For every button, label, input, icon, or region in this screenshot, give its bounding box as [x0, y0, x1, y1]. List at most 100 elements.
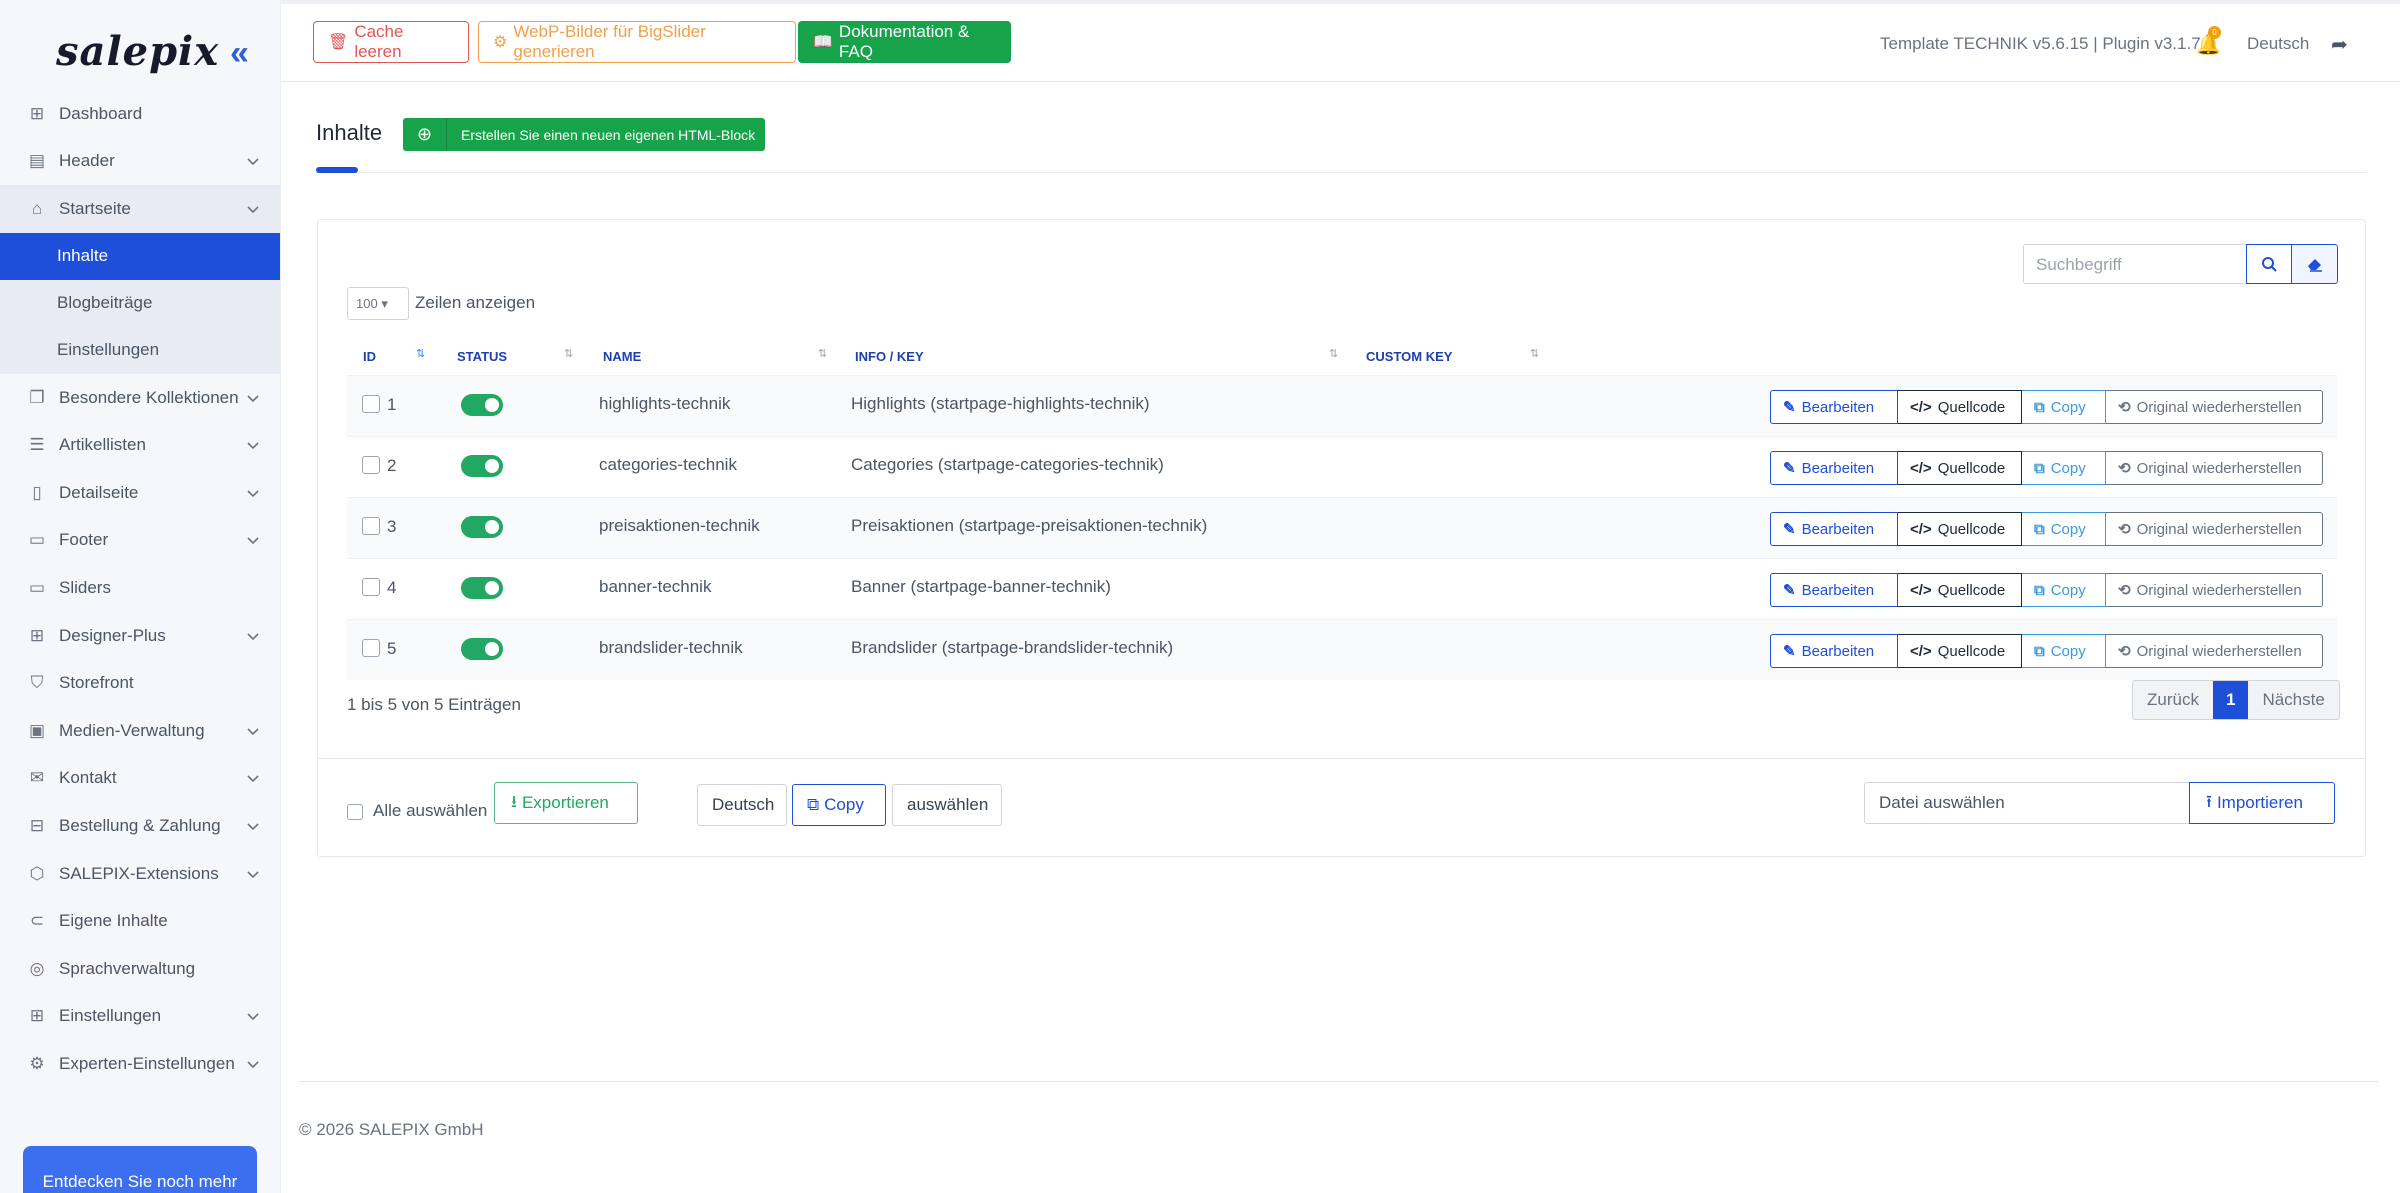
edit-button[interactable]: ✎ Bearbeiten [1770, 390, 1898, 424]
status-toggle[interactable] [461, 394, 503, 416]
col-info[interactable]: INFO / KEY [855, 349, 924, 364]
row-checkbox[interactable] [362, 456, 380, 474]
source-button[interactable]: </> Quellcode [1898, 451, 2022, 485]
search-icon[interactable] [2246, 244, 2292, 284]
grid-icon: ⊞ [29, 103, 45, 123]
sidebar-item-storefront[interactable]: ⛉ Storefront [0, 659, 280, 707]
row-info: Highlights (startpage-highlights-technik… [851, 394, 1150, 413]
cache-clear-button[interactable]: 🗑 Cache leeren [313, 21, 469, 63]
edit-button[interactable]: ✎ Bearbeiten [1770, 573, 1898, 607]
col-custom-key[interactable]: CUSTOM KEY [1366, 349, 1452, 364]
restore-button[interactable]: ⟲ Original wiederherstellen [2106, 451, 2323, 485]
collapse-sidebar-icon[interactable]: « [230, 36, 249, 70]
row-checkbox[interactable] [362, 517, 380, 535]
col-name[interactable]: NAME [603, 349, 641, 364]
copy-row-button[interactable]: ⧉ Copy [2022, 573, 2106, 607]
sort-icon[interactable]: ⇅ [818, 347, 827, 360]
sidebar-item-sprachverwaltung[interactable]: ◎ Sprachverwaltung [0, 945, 280, 993]
pager-prev[interactable]: Zurück [2133, 681, 2213, 719]
sidebar-item-experten-einstellungen[interactable]: ⚙ Experten-Einstellungen [0, 1040, 280, 1088]
col-id[interactable]: ID [363, 349, 376, 364]
sidebar-item-artikellisten[interactable]: ☰ Artikellisten [0, 421, 280, 469]
select-all-checkbox[interactable] [347, 804, 363, 820]
row-id: 3 [387, 517, 397, 536]
promo-button[interactable]: Entdecken Sie noch mehr [23, 1146, 257, 1193]
edit-button[interactable]: ✎ Bearbeiten [1770, 634, 1898, 668]
file-input[interactable]: Datei auswählen [1864, 782, 2190, 824]
language-switch[interactable]: Deutsch [2247, 34, 2309, 54]
import-button[interactable]: ⭱ Importieren [2189, 782, 2335, 824]
sidebar-item-salepix-extensions[interactable]: ⬡ SALEPIX-Extensions [0, 850, 280, 898]
sidebar-item-header[interactable]: ▤ Header [0, 138, 280, 186]
restore-label: Original wiederherstellen [2136, 581, 2302, 599]
status-toggle[interactable] [461, 638, 503, 660]
restore-button[interactable]: ⟲ Original wiederherstellen [2106, 512, 2323, 546]
copyright: © 2026 SALEPIX GmbH [299, 1120, 484, 1139]
list-icon: ☰ [29, 435, 45, 455]
restore-button[interactable]: ⟲ Original wiederherstellen [2106, 390, 2323, 424]
copy-row-button[interactable]: ⧉ Copy [2022, 512, 2106, 546]
status-toggle[interactable] [461, 577, 503, 599]
copy-button[interactable]: ⧉ Copy [792, 784, 886, 826]
sidebar-item-sliders[interactable]: ▭ Sliders [0, 564, 280, 612]
sidebar-item-detailseite[interactable]: ▯ Detailseite [0, 469, 280, 517]
sidebar-item-startseite[interactable]: ⌂ Startseite [0, 185, 280, 233]
restore-label: Original wiederherstellen [2136, 398, 2302, 416]
docs-faq-button[interactable]: 📖 Dokumentation & FAQ [798, 21, 1011, 63]
copy-row-button[interactable]: ⧉ Copy [2022, 390, 2106, 424]
basket-icon: ⊟ [29, 815, 45, 835]
sidebar-item-designer-plus[interactable]: ⊞ Designer-Plus [0, 612, 280, 660]
sidebar-subitem-2[interactable]: Einstellungen [0, 327, 280, 374]
sidebar-subitem-0[interactable]: Inhalte [0, 232, 280, 280]
sort-icon[interactable]: ⇅ [1530, 347, 1539, 360]
salepix-logo[interactable]: salepix [56, 28, 219, 75]
search-input[interactable]: Suchbegriff [2023, 244, 2247, 284]
pager-next[interactable]: Nächste [2248, 681, 2338, 719]
edit-button[interactable]: ✎ Bearbeiten [1770, 512, 1898, 546]
webp-generate-button[interactable]: ⚙ WebP-Bilder für BigSlider generieren [478, 21, 796, 63]
sidebar-item-dashboard[interactable]: ⊞ Dashboard [0, 90, 280, 138]
sidebar-item-besondere-kollektionen[interactable]: ❐ Besondere Kollektionen [0, 374, 280, 422]
notification-bell-icon[interactable]: 🔔 0 [2196, 26, 2221, 57]
status-toggle[interactable] [461, 516, 503, 538]
col-status[interactable]: STATUS [457, 349, 507, 364]
export-button[interactable]: ⭳ Exportieren [494, 782, 638, 824]
language-button[interactable]: Deutsch [697, 784, 787, 826]
copy-row-button[interactable]: ⧉ Copy [2022, 451, 2106, 485]
source-button[interactable]: </> Quellcode [1898, 573, 2022, 607]
edit-button[interactable]: ✎ Bearbeiten [1770, 451, 1898, 485]
restore-button[interactable]: ⟲ Original wiederherstellen [2106, 634, 2323, 668]
sidebar-item-einstellungen[interactable]: ⊞ Einstellungen [0, 993, 280, 1041]
store-icon: ⛉ [30, 673, 44, 693]
row-name: categories-technik [599, 455, 737, 474]
source-button[interactable]: </> Quellcode [1898, 512, 2022, 546]
source-button[interactable]: </> Quellcode [1898, 634, 2022, 668]
select-all-label[interactable]: Alle auswählen [373, 801, 487, 821]
restore-button[interactable]: ⟲ Original wiederherstellen [2106, 573, 2323, 607]
row-checkbox[interactable] [362, 395, 380, 413]
copy-row-button[interactable]: ⧉ Copy [2022, 634, 2106, 668]
logout-icon[interactable]: ➦ [2331, 32, 2348, 57]
sidebar-item-footer[interactable]: ▭ Footer [0, 517, 280, 565]
sidebar-item-medien-verwaltung[interactable]: ▣ Medien-Verwaltung [0, 707, 280, 755]
sidebar-item-kontakt[interactable]: ✉ Kontakt [0, 755, 280, 803]
select-button[interactable]: auswählen [892, 784, 1002, 826]
row-checkbox[interactable] [362, 578, 380, 596]
sort-icon[interactable]: ⇅ [1329, 347, 1338, 360]
sort-asc-icon[interactable]: ⇅ [416, 347, 425, 360]
pager-current[interactable]: 1 [2212, 681, 2249, 719]
sidebar-item-bestellung-zahlung[interactable]: ⊟ Bestellung & Zahlung [0, 802, 280, 850]
eraser-icon[interactable] [2292, 244, 2338, 284]
create-html-block-button[interactable]: ⊕ Erstellen Sie einen neuen eigenen HTML… [403, 118, 765, 151]
sidebar-item-eigene-inhalte[interactable]: ⊂ Eigene Inhalte [0, 897, 280, 945]
rows-per-page-select[interactable]: 100 ▾ [347, 287, 409, 320]
source-button[interactable]: </> Quellcode [1898, 390, 2022, 424]
row-checkbox[interactable] [362, 639, 380, 657]
row-info: Preisaktionen (startpage-preisaktionen-t… [851, 516, 1208, 535]
book-icon: 📖 [813, 34, 833, 51]
sidebar-subitem-1[interactable]: Blogbeiträge [0, 280, 280, 327]
source-label: Quellcode [1937, 398, 2006, 416]
status-toggle[interactable] [461, 455, 503, 477]
table-row: 5 brandslider-technik Brandslider (startpa… [347, 619, 2337, 680]
sort-icon[interactable]: ⇅ [564, 347, 573, 360]
